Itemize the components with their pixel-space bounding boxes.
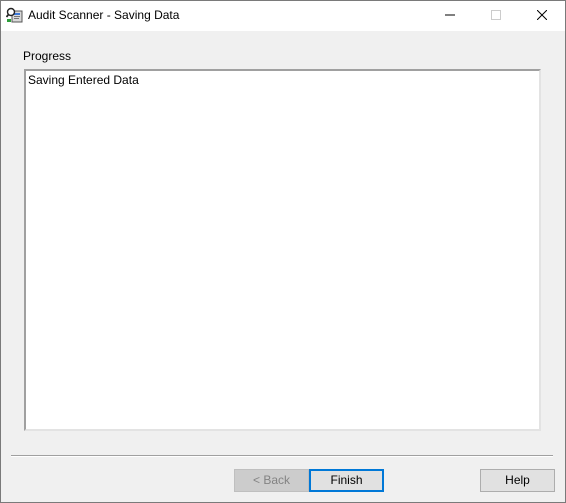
progress-log[interactable]: Saving Entered Data	[24, 69, 541, 431]
maximize-icon	[491, 9, 501, 23]
progress-label: Progress	[23, 49, 72, 63]
window-title: Audit Scanner - Saving Data	[28, 8, 180, 22]
finish-button[interactable]: Finish	[309, 469, 384, 492]
minimize-icon	[445, 9, 455, 23]
audit-scanner-app-icon	[5, 7, 24, 23]
audit-scanner-window: Audit Scanner - Saving Data Progress Sav…	[0, 0, 566, 503]
close-button[interactable]	[519, 1, 565, 30]
maximize-button	[473, 1, 519, 30]
minimize-button[interactable]	[427, 1, 473, 30]
help-button[interactable]: Help	[480, 469, 555, 492]
footer-separator	[11, 455, 553, 457]
title-bar[interactable]: Audit Scanner - Saving Data	[1, 1, 565, 31]
dialog-body: Progress Saving Entered Data < Back Fini…	[1, 31, 565, 502]
log-line: Saving Entered Data	[28, 73, 139, 87]
close-icon	[536, 9, 548, 23]
back-button[interactable]: < Back	[234, 469, 309, 492]
